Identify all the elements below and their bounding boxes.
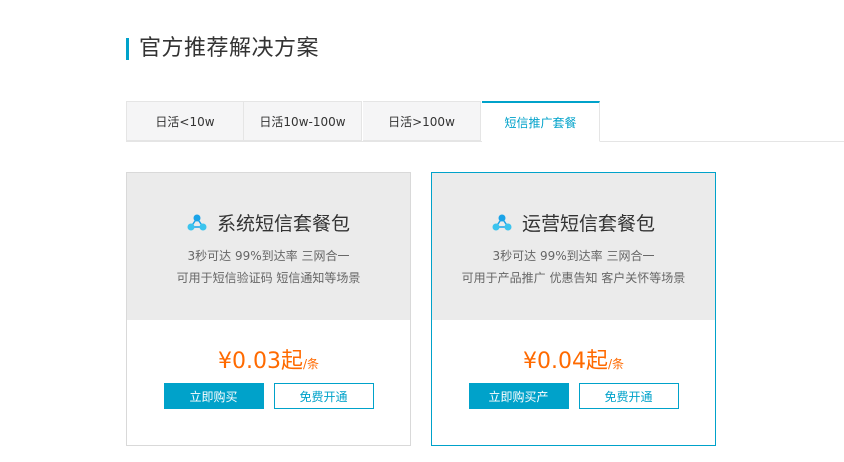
tab-daily-over-100w[interactable]: 日活>100w: [363, 101, 481, 141]
buy-now-button[interactable]: 立即购买: [163, 383, 264, 409]
solutions-section: 官方推荐解决方案 日活<10w 日活10w-100w 日活>100w 短信推广套…: [0, 0, 844, 462]
card-description-line-1: 3秒可达 99%到达率 三网合一: [492, 249, 655, 263]
plan-card-marketing-sms: 运营短信套餐包 3秒可达 99%到达率 三网合一 可用于产品推广 优惠告知 客户…: [431, 172, 716, 446]
tab-sms-promotion-package[interactable]: 短信推广套餐: [482, 101, 600, 142]
price-display: ¥0.03起/条: [127, 343, 410, 375]
tab-daily-under-10w[interactable]: 日活<10w: [126, 101, 244, 141]
buy-now-button[interactable]: 立即购买产: [468, 383, 569, 409]
price-value: ¥0.03起: [217, 349, 303, 374]
plan-tabs: 日活<10w 日活10w-100w 日活>100w 短信推广套餐: [126, 101, 844, 142]
card-title: 系统短信套餐包: [216, 213, 350, 235]
card-description-line-2: 可用于产品推广 优惠告知 客户关怀等场景: [461, 271, 686, 285]
title-accent-bar: [126, 38, 129, 60]
page-title: 官方推荐解决方案: [139, 36, 320, 61]
price-value: ¥0.04起: [522, 349, 608, 374]
card-header: 运营短信套餐包 3秒可达 99%到达率 三网合一 可用于产品推广 优惠告知 客户…: [432, 173, 715, 320]
card-header: 系统短信套餐包 3秒可达 99%到达率 三网合一 可用于短信验证码 短信通知等场…: [127, 173, 410, 320]
card-description-line-2: 可用于短信验证码 短信通知等场景: [176, 271, 361, 285]
plan-card-system-sms: 系统短信套餐包 3秒可达 99%到达率 三网合一 可用于短信验证码 短信通知等场…: [126, 172, 411, 446]
free-activate-button[interactable]: 免费开通: [273, 383, 374, 409]
tab-daily-10w-100w[interactable]: 日活10w-100w: [244, 101, 362, 141]
card-description-line-1: 3秒可达 99%到达率 三网合一: [187, 249, 350, 263]
network-nodes-icon: [187, 214, 207, 230]
card-title: 运营短信套餐包: [521, 213, 655, 235]
price-unit: /条: [302, 357, 320, 371]
free-activate-button[interactable]: 免费开通: [578, 383, 679, 409]
price-unit: /条: [607, 357, 625, 371]
network-nodes-icon: [492, 214, 512, 230]
price-display: ¥0.04起/条: [432, 343, 715, 375]
